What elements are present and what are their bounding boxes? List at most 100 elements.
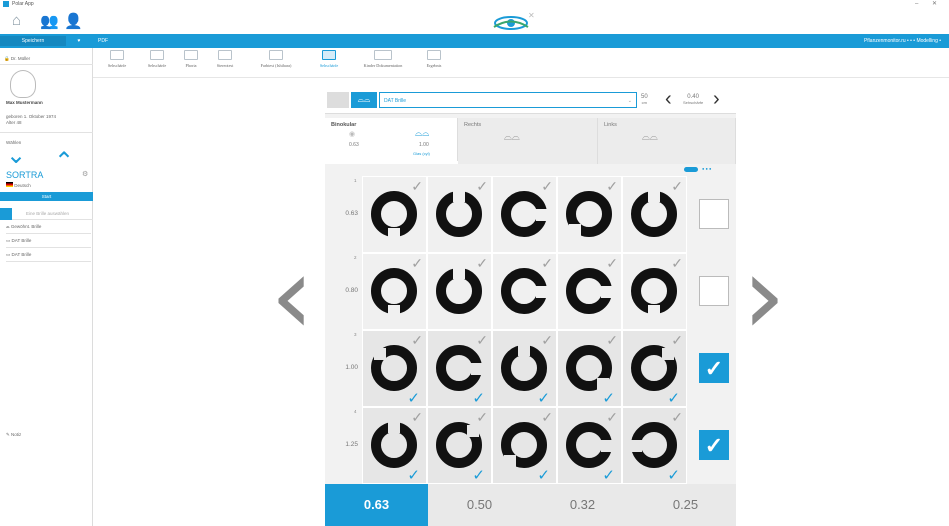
blue-check-icon: ✓ — [472, 467, 485, 484]
landolt-cell[interactable]: ✓ ✓ — [492, 330, 557, 407]
landolt-cell[interactable]: ✓ — [362, 176, 427, 253]
landolt-cell[interactable]: ✓ ✓ — [622, 407, 687, 484]
landolt-cell[interactable]: ✓ ✓ — [557, 407, 622, 484]
glasses-icon: ⌓⌓ — [504, 132, 520, 143]
acuity-option[interactable]: 0.50 — [428, 484, 531, 526]
sidebar-item-gewoehnt[interactable]: ⌓ Gewöhnt. Brille — [6, 224, 91, 234]
note-button[interactable]: ✎ Notiz — [6, 432, 21, 438]
tool-ergebnis[interactable]: Ergebnis — [414, 50, 454, 68]
monitor-icon — [218, 50, 232, 60]
landolt-cell[interactable]: ✓ — [622, 253, 687, 330]
blue-nav-bar: Speichern ♥ PDF Pflanzenmonitor.ru • • •… — [0, 34, 949, 48]
landolt-cell[interactable]: ✓ ✓ — [362, 330, 427, 407]
previous-arrow-icon[interactable]: ‹ — [270, 240, 314, 350]
landolt-gap — [453, 267, 465, 279]
row-checkbox[interactable] — [699, 199, 729, 229]
tool-kinder-doku[interactable]: Kinder Dokumentation — [350, 50, 416, 68]
chevron-up-icon[interactable]: ⌃ — [54, 150, 74, 174]
landolt-gap — [518, 344, 530, 356]
tab-label: Links — [604, 122, 617, 128]
gray-check-icon: ✓ — [541, 178, 553, 194]
tab-links[interactable]: Links ⌓⌓ — [598, 118, 736, 164]
gear-icon[interactable]: ⚙ — [82, 170, 88, 178]
pdf-button[interactable]: PDF — [94, 36, 112, 46]
landolt-cell[interactable]: ✓ — [427, 176, 492, 253]
tool-sehschaerfe-active[interactable]: Sehschärfe — [306, 50, 352, 68]
tab-right-value: 1.00 — [419, 142, 429, 148]
home-icon[interactable]: ⌂ — [12, 12, 21, 29]
acuity-bar: 0.63 0.50 0.32 0.25 — [325, 484, 736, 526]
avatar[interactable] — [10, 70, 36, 98]
landolt-cell[interactable]: ✓ — [427, 253, 492, 330]
language-select[interactable]: Deutsch — [6, 182, 31, 188]
landolt-cell[interactable]: ✓ ✓ — [622, 330, 687, 407]
gray-check-icon: ✓ — [411, 332, 423, 348]
chevron-left-icon[interactable]: ‹ — [665, 88, 672, 111]
gray-check-icon: ✓ — [541, 332, 553, 348]
chevron-down-icon[interactable]: ⌄ — [6, 144, 26, 168]
row-checkbox[interactable] — [699, 276, 729, 306]
blue-check-icon: ✓ — [667, 390, 680, 407]
save-button[interactable]: Speichern — [0, 36, 66, 46]
sidebar-item-dat-2[interactable]: ▭ DAT Brille — [6, 252, 91, 262]
test-toolbar: Sehschärfe Sehschärfe Phoria Stereotest … — [0, 48, 949, 78]
chart-icon — [322, 50, 336, 60]
glasses-select[interactable]: Eine Brille auswählen — [0, 208, 93, 220]
blue-check-icon: ✓ — [602, 467, 615, 484]
users-icon[interactable]: 👥 — [40, 12, 59, 30]
row-checkbox[interactable]: ✓ — [699, 430, 729, 460]
monitor-icon — [269, 50, 283, 60]
landolt-cell[interactable]: ✓ ✓ — [427, 330, 492, 407]
blue-check-icon: ✓ — [537, 390, 550, 407]
heart-icon[interactable]: ♥ — [68, 36, 90, 46]
glasses-select-icon — [0, 208, 12, 220]
landolt-cell[interactable]: ✓ — [492, 253, 557, 330]
row-number: 1 — [354, 178, 357, 183]
glasses-toggle-icon[interactable]: ⌓⌓ — [351, 92, 377, 108]
tab-rechts[interactable]: Rechts ⌓⌓ — [458, 118, 598, 164]
landolt-cell[interactable]: ✓ — [492, 176, 557, 253]
landolt-cell[interactable]: ✓ — [557, 253, 622, 330]
landolt-cell[interactable]: ✓ — [622, 176, 687, 253]
start-button[interactable]: Start — [0, 192, 93, 201]
toggle-switch[interactable] — [684, 167, 698, 172]
tab-binokular[interactable]: Binokular ◉ 0.63 ⌓⌓ 1.00 Glas (cyl) — [325, 118, 458, 164]
landolt-cell[interactable]: ✓ ✓ — [362, 407, 427, 484]
landolt-gap — [374, 348, 386, 360]
glasses-dropdown[interactable]: DAT Brille ⌄ — [379, 92, 637, 108]
patient-name: Max Mustermann — [6, 100, 43, 105]
chevron-right-icon[interactable]: › — [713, 88, 720, 111]
landolt-cell[interactable]: ✓ — [362, 253, 427, 330]
eye-tabs: Binokular ◉ 0.63 ⌓⌓ 1.00 Glas (cyl) Rech… — [325, 118, 736, 164]
landolt-gap — [662, 348, 674, 360]
landolt-cell[interactable]: ✓ ✓ — [557, 330, 622, 407]
eye-toggle-icon[interactable] — [327, 92, 349, 108]
glasses-icon: ⌓⌓ — [642, 132, 658, 143]
sidebar-item-dat-1[interactable]: ▭ DAT Brille — [6, 238, 91, 248]
landolt-cell[interactable]: ✓ ✓ — [492, 407, 557, 484]
tool-farbtest[interactable]: Farbtest (Ishihara) — [246, 50, 306, 68]
window-controls[interactable]: – ✕ — [915, 0, 943, 7]
language-label: Deutsch — [14, 183, 31, 188]
tool-stereotest[interactable]: Stereotest — [202, 50, 248, 68]
user-menu[interactable]: Pflanzenmonitor.ru • • • Modelling • — [860, 36, 945, 46]
row-acuity-label: 0.63 — [345, 210, 358, 217]
row-acuity-label: 1.25 — [345, 441, 358, 448]
close-logo-icon: ✕ — [528, 11, 535, 20]
acuity-option[interactable]: 0.25 — [634, 484, 737, 526]
window-titlebar: Polar App – ✕ — [0, 0, 949, 8]
landolt-gap — [471, 363, 483, 375]
landolt-cell[interactable]: ✓ ✓ — [427, 407, 492, 484]
landolt-cell[interactable]: ✓ — [557, 176, 622, 253]
patient-age: Alter 48 — [6, 120, 22, 125]
landolt-gap — [601, 286, 613, 298]
acuity-option[interactable]: 0.63 — [325, 484, 428, 526]
tab-sub-label: Glas (cyl) — [413, 151, 430, 156]
next-arrow-icon[interactable]: › — [742, 240, 786, 350]
add-user-icon[interactable]: 👤 — [64, 12, 83, 30]
gray-check-icon: ✓ — [606, 409, 618, 425]
acuity-option[interactable]: 0.32 — [531, 484, 634, 526]
gray-check-icon: ✓ — [411, 255, 423, 271]
pencil-icon: ✎ — [6, 432, 10, 437]
row-checkbox[interactable]: ✓ — [699, 353, 729, 383]
